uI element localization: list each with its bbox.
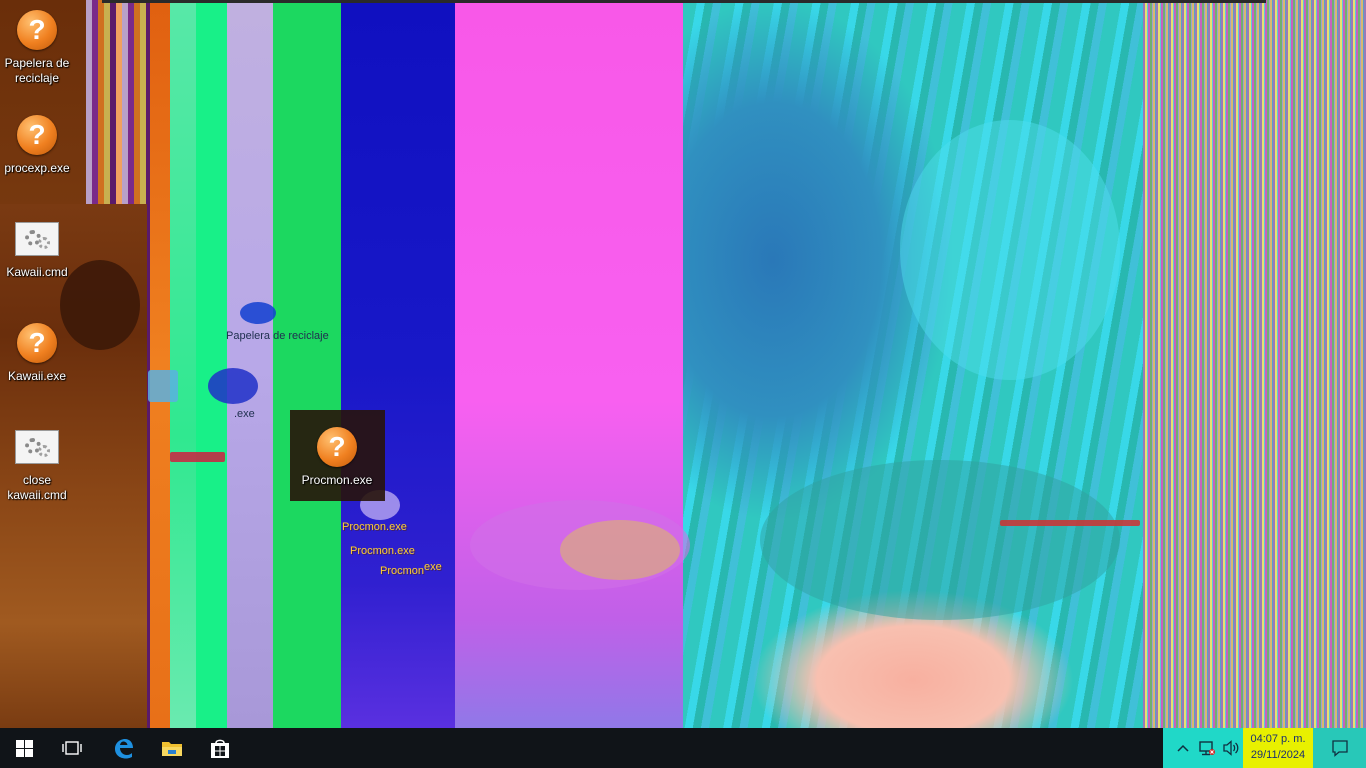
network-icon — [1199, 741, 1215, 756]
glitch-artifact — [560, 520, 680, 580]
desktop-icon-label: Kawaii.exe — [7, 369, 67, 383]
desktop-icon-kawaii-exe[interactable]: ? Kawaii.exe — [1, 321, 73, 384]
task-view-button[interactable] — [48, 728, 96, 768]
notification-icon — [1331, 740, 1348, 757]
folder-icon — [162, 742, 182, 756]
store-button[interactable] — [196, 728, 244, 768]
desktop-wallpaper — [0, 0, 1366, 728]
show-hidden-icons-button[interactable] — [1172, 728, 1194, 768]
ghost-label: Procmon.exe — [350, 545, 415, 557]
cmd-script-icon — [15, 430, 59, 464]
clock[interactable]: 04:07 p. m. 29/11/2024 — [1243, 728, 1313, 768]
desktop-icon-procmon[interactable]: ? Procmon.exe — [301, 425, 373, 488]
chevron-up-icon — [1177, 744, 1189, 752]
glitch-artifact — [760, 460, 1120, 620]
volume-button[interactable] — [1220, 728, 1242, 768]
ghost-label: Papelera de reciclaje — [226, 330, 329, 342]
clock-date: 29/11/2024 — [1250, 749, 1306, 761]
wallpaper-band — [150, 0, 170, 728]
wallpaper-band — [273, 0, 341, 728]
cmd-script-icon — [15, 222, 59, 256]
windows-logo-icon — [15, 739, 33, 757]
clock-time: 04:07 p. m. — [1250, 733, 1306, 745]
glitch-artifact — [148, 370, 178, 402]
edge-browser-icon — [115, 739, 133, 759]
ghost-label: .exe — [234, 408, 255, 420]
taskbar: 04:07 p. m. 29/11/2024 — [0, 728, 1366, 768]
desktop-icon-kawaii-cmd[interactable]: Kawaii.cmd — [1, 217, 73, 280]
desktop-icon-label: Kawaii.cmd — [6, 265, 68, 279]
glitch-artifact — [900, 120, 1120, 380]
wallpaper-band — [1143, 0, 1366, 728]
unknown-file-icon: ? — [17, 323, 57, 363]
edge-button[interactable] — [99, 728, 147, 768]
unknown-file-icon: ? — [17, 10, 57, 50]
network-button[interactable] — [1196, 728, 1218, 768]
glitch-line — [102, 0, 1266, 3]
ghost-label: exe — [424, 561, 442, 573]
unknown-file-icon: ? — [317, 427, 357, 467]
wallpaper-band — [196, 0, 227, 728]
desktop-icon-procexp[interactable]: ? procexp.exe — [1, 113, 73, 176]
glitch-artifact — [208, 368, 258, 404]
unknown-file-icon: ? — [17, 115, 57, 155]
task-view-icon — [62, 741, 82, 755]
store-icon — [211, 739, 229, 758]
wallpaper-band — [455, 0, 683, 728]
ghost-label: Procmon.exe — [342, 521, 407, 533]
glitch-artifact — [1000, 520, 1140, 526]
desktop-icon-recycle-bin[interactable]: ? Papelera de reciclaje — [1, 8, 73, 86]
file-explorer-button[interactable] — [148, 728, 196, 768]
wallpaper-band — [227, 0, 273, 728]
desktop-icon-label: close kawaii.cmd — [7, 473, 67, 502]
glitch-artifact — [170, 452, 225, 462]
wallpaper-band — [170, 0, 196, 728]
ghost-label: Procmon — [380, 565, 425, 577]
desktop-icon-label: procexp.exe — [4, 161, 70, 175]
desktop-icon-close-kawaii-cmd[interactable]: close kawaii.cmd — [1, 425, 73, 503]
action-center-button[interactable] — [1313, 728, 1366, 768]
glitch-artifact — [240, 302, 276, 324]
desktop-icon-label: Procmon.exe — [301, 473, 373, 487]
desktop-icon-label: Papelera de reciclaje — [4, 56, 70, 85]
volume-icon — [1223, 740, 1239, 756]
wallpaper-band — [341, 0, 455, 728]
start-button[interactable] — [0, 728, 48, 768]
